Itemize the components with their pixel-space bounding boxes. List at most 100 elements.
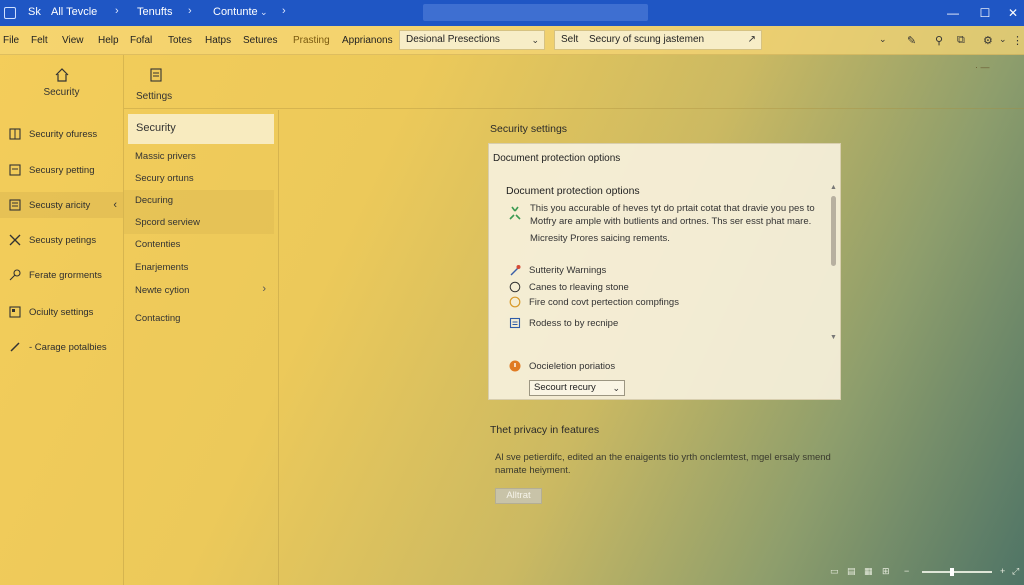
menu-file[interactable]: File bbox=[3, 35, 19, 46]
menu-setures[interactable]: Setures bbox=[243, 35, 277, 46]
minimize-pane-icon[interactable]: · — bbox=[975, 62, 990, 72]
list-item-label: Spcord serview bbox=[135, 217, 200, 228]
search-field[interactable]: Selt Secury of scung jastemen ↗ bbox=[554, 30, 762, 50]
title-item-0[interactable]: Sk bbox=[28, 6, 41, 18]
chevron-right-icon[interactable]: › bbox=[282, 5, 286, 17]
option-warnings[interactable]: Sutterity Warnings bbox=[509, 263, 606, 277]
privacy-text-line: Al sve petierdifc, edited an the enaigen… bbox=[495, 452, 831, 463]
menu-help[interactable]: Help bbox=[98, 35, 119, 46]
status-icon[interactable]: ▭ bbox=[830, 566, 839, 577]
pin-icon[interactable]: ⚲ bbox=[935, 34, 943, 47]
maximize-button[interactable]: ☐ bbox=[975, 4, 995, 22]
list-item-label: Contacting bbox=[135, 313, 181, 324]
list-item[interactable]: Contacting bbox=[124, 308, 274, 330]
sidebar-item-label: Secusty petings bbox=[29, 234, 97, 246]
document-icon bbox=[509, 317, 521, 329]
sidebar-item-label: - Carage potalbies bbox=[29, 341, 107, 353]
search-prefix: Selt bbox=[561, 34, 579, 45]
chevron-down-icon[interactable]: ⌄ bbox=[879, 34, 887, 45]
status-icon[interactable]: ⊞ bbox=[882, 566, 890, 577]
list-item-label: Secury ortuns bbox=[135, 173, 194, 184]
selected-category-label: Security bbox=[136, 122, 176, 134]
menu-view[interactable]: View bbox=[62, 35, 84, 46]
fit-icon[interactable]: ⤢ bbox=[1012, 566, 1019, 577]
grid-icon bbox=[9, 128, 21, 140]
privacy-section-title: Thet privacy in features bbox=[490, 424, 600, 436]
settings-grid-icon bbox=[9, 306, 21, 318]
pen-icon[interactable]: ✎ bbox=[907, 34, 916, 47]
chevron-down-icon[interactable]: ⌄ bbox=[999, 34, 1007, 45]
option-label: Oocieletion poriatios bbox=[529, 360, 616, 372]
sidebar-item-label: Ociulty settings bbox=[29, 306, 94, 318]
title-bar: Sk All Tevcle › Tenufts › Contunte ⌄ › —… bbox=[0, 0, 1024, 26]
menu-prasting[interactable]: Prasting bbox=[293, 35, 330, 46]
zoom-slider[interactable] bbox=[922, 571, 992, 573]
option-radio-1[interactable]: Canes to rleaving stone bbox=[509, 280, 629, 294]
title-search-box[interactable] bbox=[423, 4, 648, 21]
sidebar-item-label: Security ofuress bbox=[29, 128, 98, 140]
zoom-slider-thumb[interactable] bbox=[950, 568, 954, 576]
title-item-2[interactable]: Tenufts bbox=[137, 6, 172, 18]
status-icon[interactable]: ▦ bbox=[864, 566, 873, 577]
zoom-in-icon[interactable]: + bbox=[1000, 566, 1005, 576]
option-label: Fire cond covt pertection compfings bbox=[529, 296, 679, 308]
more-icon[interactable]: ⋮ bbox=[1012, 34, 1023, 47]
menu-fofal[interactable]: Fofal bbox=[130, 35, 152, 46]
selected-category[interactable]: Security bbox=[128, 114, 274, 144]
option-deletion[interactable]: Oocieletion poriatios bbox=[509, 359, 615, 373]
sidebar-item-secusry-petting[interactable]: Secusry petting bbox=[0, 157, 123, 183]
title-item-3[interactable]: Contunte bbox=[213, 6, 258, 18]
sidebar-header-label: Security bbox=[43, 87, 80, 98]
sidebar-item-secusty-aricity[interactable]: Secusty aricity ‹ bbox=[0, 192, 123, 218]
presections-dropdown[interactable]: Desional Presections ⌄ bbox=[399, 30, 545, 50]
list-item-label: Newte cytion bbox=[135, 285, 190, 296]
list-item[interactable]: Decuring bbox=[124, 190, 274, 212]
pencil-icon bbox=[10, 342, 20, 352]
minimize-button[interactable]: — bbox=[943, 4, 963, 22]
settings-document-icon bbox=[150, 68, 162, 82]
list-item[interactable]: Enarjements bbox=[124, 257, 274, 279]
option-checkbox[interactable]: Rodess to by recnipe bbox=[509, 316, 618, 330]
sidebar-item-ferate-grorments[interactable]: Ferate grorments bbox=[0, 262, 123, 288]
menu-hatps[interactable]: Hatps bbox=[205, 35, 231, 46]
document-icon bbox=[9, 164, 21, 176]
sidebar-item-label: Secusty aricity bbox=[29, 199, 91, 211]
list-item[interactable]: Massic privers bbox=[124, 146, 274, 168]
list-item[interactable]: Newte cytion › bbox=[124, 280, 274, 302]
window-icon[interactable]: ⧉ bbox=[957, 34, 965, 47]
list-item[interactable]: Spcord serview bbox=[124, 212, 274, 234]
scroll-thumb[interactable] bbox=[831, 196, 836, 266]
security-select[interactable]: Secourt recury ⌄ bbox=[529, 380, 625, 396]
key-icon bbox=[9, 269, 21, 281]
apply-button[interactable]: Alltrat bbox=[495, 488, 542, 504]
sidebar-item-secusty-petings[interactable]: Secusty petings bbox=[0, 227, 123, 253]
sidebar-header[interactable]: Security bbox=[0, 55, 123, 110]
list-item[interactable]: Secury ortuns bbox=[124, 168, 274, 190]
sidebar-item-ociulty-settings[interactable]: Ociulty settings bbox=[0, 299, 123, 325]
menu-totes[interactable]: Totes bbox=[168, 35, 192, 46]
title-item-1[interactable]: All Tevcle bbox=[51, 6, 97, 18]
menu-felt[interactable]: Felt bbox=[31, 35, 48, 46]
status-icon[interactable]: ▤ bbox=[847, 566, 856, 577]
expand-icon[interactable]: ↗ bbox=[748, 31, 756, 49]
sidebar-item-carage-potalbies[interactable]: - Carage potalbies bbox=[0, 334, 123, 360]
close-button[interactable]: ✕ bbox=[1003, 4, 1023, 22]
chevron-left-icon: ‹ bbox=[113, 199, 117, 211]
section-title: Security settings bbox=[490, 123, 568, 135]
app-icon bbox=[4, 7, 16, 19]
panel-scrollbar[interactable]: ▲ ▼ bbox=[830, 184, 837, 344]
scroll-up-icon[interactable]: ▲ bbox=[830, 184, 837, 191]
gear-icon[interactable]: ⚙ bbox=[983, 34, 993, 47]
recycle-icon bbox=[509, 206, 521, 220]
menu-apprianons[interactable]: Apprianons bbox=[342, 35, 393, 46]
dropdown-value: Desional Presections bbox=[406, 34, 500, 45]
chevron-down-icon[interactable]: ⌄ bbox=[260, 7, 268, 18]
option-radio-2[interactable]: Fire cond covt pertection compfings bbox=[509, 295, 679, 309]
scroll-down-icon[interactable]: ▼ bbox=[830, 334, 837, 341]
list-item-label: Massic privers bbox=[135, 151, 196, 162]
zoom-out-icon[interactable]: − bbox=[904, 566, 909, 576]
settings-header[interactable]: Settings bbox=[124, 55, 278, 110]
list-item[interactable]: Contenties bbox=[124, 234, 274, 256]
sidebar-item-security-ofuress[interactable]: Security ofuress bbox=[0, 121, 123, 147]
list-item-label: Enarjements bbox=[135, 262, 189, 273]
